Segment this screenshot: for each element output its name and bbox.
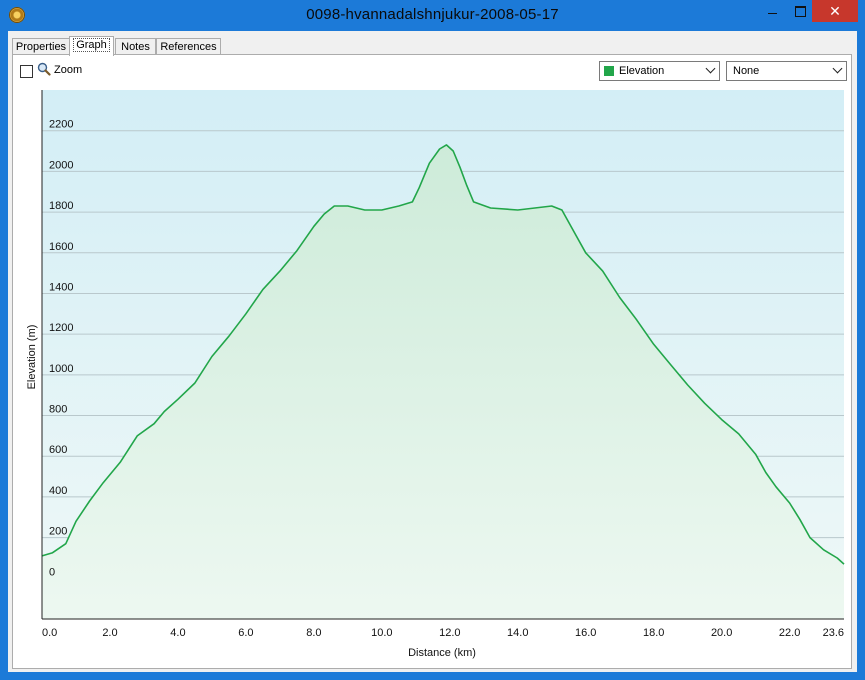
x-tick-label: 16.0	[575, 627, 596, 639]
y-tick-label: 200	[49, 526, 67, 538]
x-tick-label: 4.0	[170, 627, 185, 639]
y-tick-label: 1200	[49, 322, 73, 334]
x-tick-label: 0.0	[42, 627, 57, 639]
x-tick-label: 23.6	[823, 627, 844, 639]
x-tick-label: 10.0	[371, 627, 392, 639]
x-tick-label: 6.0	[238, 627, 253, 639]
x-tick-labels: 0.0 2.0 4.0 6.0 8.0 10.0 12.0 14.0 16.0 18.0 20.0 2…	[42, 627, 844, 639]
app-window: 0098-hvannadalshnjukur-2008-05-17 ✕ Prop…	[0, 0, 865, 680]
x-tick-label: 12.0	[439, 627, 460, 639]
tab-graph[interactable]: Graph	[69, 36, 114, 56]
x-tick-label: 14.0	[507, 627, 528, 639]
y-tick-label: 600	[49, 444, 67, 456]
y-tick-label: 800	[49, 404, 67, 416]
x-axis-title: Distance (km)	[408, 647, 476, 659]
y-tick-label: 2000	[49, 159, 73, 171]
x-tick-label: 20.0	[711, 627, 732, 639]
y-tick-label: 0	[49, 566, 55, 578]
elevation-chart[interactable]: 0 200 400 600 800 1000 1200 1400 1600 1800 2000 220…	[0, 0, 865, 680]
x-tick-label: 8.0	[306, 627, 321, 639]
y-tick-label: 1800	[49, 200, 73, 212]
y-tick-label: 1000	[49, 363, 73, 375]
tab-label: Graph	[73, 38, 110, 52]
y-tick-label: 1600	[49, 241, 73, 253]
y-axis-title: Elevation (m)	[26, 325, 38, 390]
y-tick-label: 1400	[49, 281, 73, 293]
x-tick-label: 22.0	[779, 627, 800, 639]
x-tick-label: 2.0	[102, 627, 117, 639]
x-tick-label: 18.0	[643, 627, 664, 639]
y-tick-label: 2200	[49, 119, 73, 131]
y-tick-label: 400	[49, 485, 67, 497]
